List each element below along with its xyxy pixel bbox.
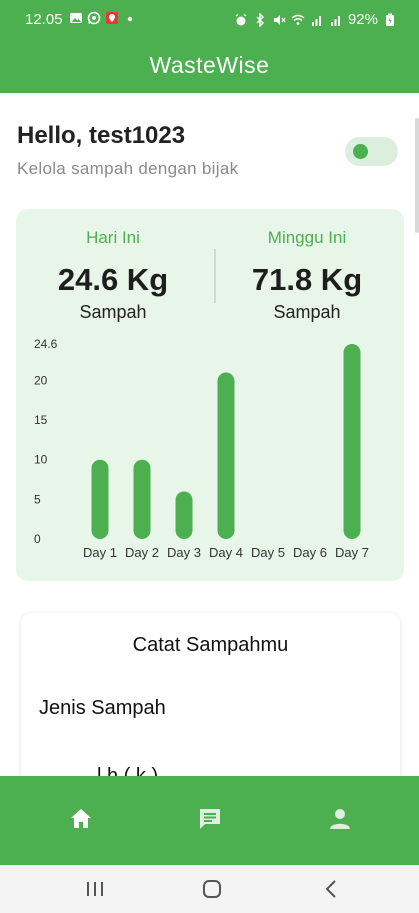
y-tick-label: 0: [34, 532, 41, 546]
bottom-navigation: [0, 776, 419, 865]
app-badge-icon: [106, 12, 118, 24]
whatsapp-icon: [87, 11, 101, 25]
toggle-knob: [353, 144, 368, 159]
phone-screen: 12.05 92% WasteWise Hello, test1023 Kelo…: [0, 0, 419, 913]
chart-bar: [133, 459, 151, 539]
home-button-icon[interactable]: [200, 878, 224, 900]
bluetooth-icon: [256, 12, 264, 27]
y-tick-label: 24.6: [34, 337, 58, 351]
home-icon[interactable]: [68, 806, 94, 832]
app-bar: WasteWise: [0, 38, 419, 93]
image-icon: [70, 13, 82, 23]
alarm-icon: [235, 13, 247, 25]
chat-icon[interactable]: [197, 806, 223, 832]
chart-bar: [217, 372, 235, 539]
signal-icon: [330, 15, 340, 26]
recent-apps-icon[interactable]: [83, 878, 107, 900]
theme-toggle[interactable]: [345, 137, 398, 166]
y-tick-label: 10: [34, 453, 48, 467]
status-right: 92%: [234, 11, 397, 28]
mute-icon: [273, 14, 286, 25]
x-tick-label: Day 7: [335, 545, 369, 560]
battery-percent: 92%: [347, 11, 378, 28]
waste-type-label: Jenis Sampah: [39, 697, 166, 719]
chart-bar: [343, 344, 361, 539]
x-tick-label: Day 5: [251, 545, 285, 560]
x-tick-label: Day 2: [125, 545, 159, 560]
x-tick-label: Day 4: [209, 545, 243, 560]
back-icon[interactable]: [320, 878, 344, 900]
x-tick-label: Day 3: [167, 545, 201, 560]
system-navigation: [0, 865, 419, 913]
chart-bar: [175, 491, 193, 539]
status-left-icons: [69, 11, 137, 25]
scroll-edge: [415, 118, 419, 233]
signal-icon: [311, 15, 321, 26]
weekly-waste-chart: 0 5 10 15 20 24.6 Day 1 Day 2 Day 3 Day 4 Day 5 Day…: [34, 337, 369, 560]
y-tick-label: 15: [34, 413, 48, 427]
x-tick-label: Day 1: [83, 545, 117, 560]
summary-card: Hari Ini 24.6 Kg Sampah Minggu Ini 71.8 …: [16, 209, 404, 581]
chart-bar: [91, 459, 109, 539]
greeting-subtitle: Kelola sampah dengan bijak: [17, 159, 239, 178]
battery-icon: [386, 13, 394, 26]
x-tick-label: Day 6: [293, 545, 327, 560]
status-time: 12.05: [25, 11, 63, 28]
profile-icon[interactable]: [327, 806, 353, 832]
form-title: Catat Sampahmu: [132, 634, 289, 656]
status-bar: 12.05 92%: [0, 0, 419, 38]
dot-icon: [127, 16, 133, 22]
greeting-title: Hello, test1023: [17, 122, 186, 149]
y-tick-label: 5: [34, 492, 41, 506]
wifi-icon: [291, 14, 305, 25]
app-title: WasteWise: [149, 52, 270, 78]
y-tick-label: 20: [34, 373, 48, 387]
